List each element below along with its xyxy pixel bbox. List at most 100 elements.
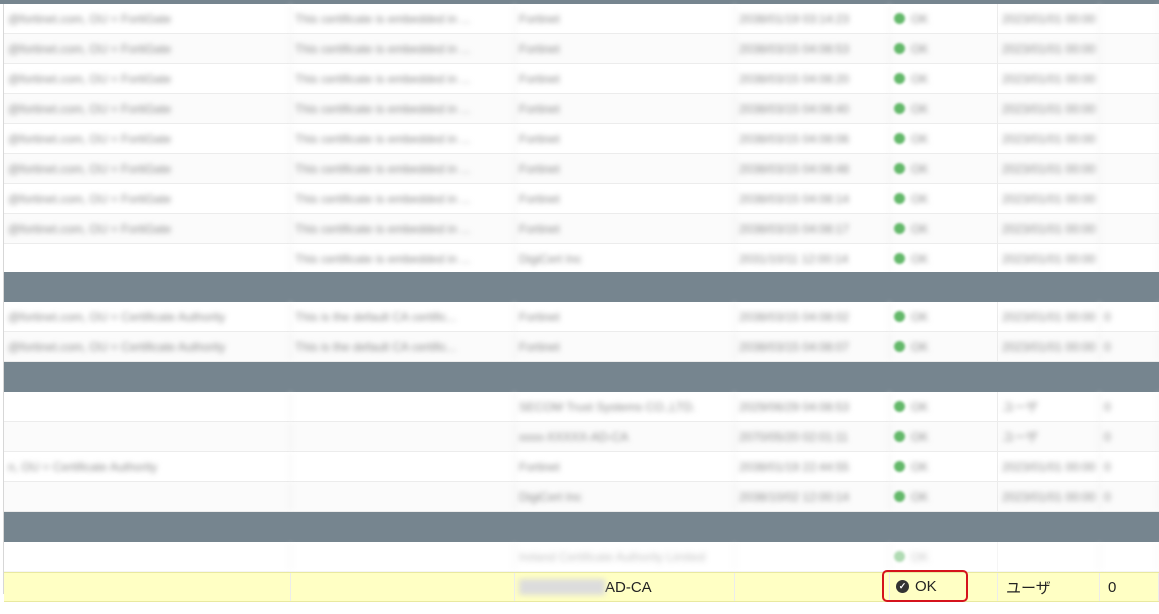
status-cell: OK xyxy=(890,64,998,93)
status-cell: OK xyxy=(890,4,998,33)
source-cell: 2023/01/01 00:00 xyxy=(998,94,1100,123)
status-cell: OK xyxy=(890,452,998,481)
table-row[interactable]: @fortinet.com, OU = FortiGate This certi… xyxy=(4,64,1159,94)
expires-cell: 2038/03/15 04:08:14 xyxy=(735,184,890,213)
expires-cell: 2031/10/11 12:00:14 xyxy=(735,244,890,273)
issuer-cell: DigiCert Inc xyxy=(515,244,735,273)
status-cell: OK xyxy=(890,244,998,273)
comment-cell xyxy=(291,482,515,511)
expires-cell: 2038/10/02 12:00:14 xyxy=(735,482,890,511)
source-cell: 2023/01/01 00:00 xyxy=(998,64,1100,93)
comment-cell xyxy=(291,573,515,601)
table-row[interactable]: @fortinet.com, OU = FortiGate This certi… xyxy=(4,154,1159,184)
issuer-cell: Fortinet xyxy=(515,94,735,123)
status-cell: OK xyxy=(890,184,998,213)
status-cell: OK xyxy=(890,34,998,63)
table-row[interactable]: @fortinet.com, OU = FortiGate This certi… xyxy=(4,34,1159,64)
table-row[interactable]: @fortinet.com, OU = FortiGate This certi… xyxy=(4,124,1159,154)
table-row[interactable]: @fortinet.com, OU = FortiGate This certi… xyxy=(4,214,1159,244)
refs-cell xyxy=(1100,154,1159,183)
comment-cell: This certificate is embedded in ... xyxy=(291,34,515,63)
status-ok-label: OK xyxy=(915,577,937,595)
expires-cell: 2038/03/15 04:08:17 xyxy=(735,214,890,243)
table-row[interactable]: @fortinet.com, OU = Certificate Authorit… xyxy=(4,332,1159,362)
subject-cell: @fortinet.com, OU = FortiGate xyxy=(4,124,291,153)
table-row[interactable]: n, OU = Certificate Authority Fortinet 2… xyxy=(4,452,1159,482)
green-dot-icon xyxy=(894,551,905,562)
source-cell: 2023/01/01 00:00 xyxy=(998,124,1100,153)
status-cell: OK xyxy=(890,124,998,153)
refs-cell xyxy=(1100,244,1159,273)
comment-cell: This certificate is embedded in ... xyxy=(291,94,515,123)
source-cell: 2023/01/01 00:00 xyxy=(998,452,1100,481)
refs-cell: 0 xyxy=(1100,422,1159,451)
subject-cell xyxy=(4,244,291,273)
green-dot-icon xyxy=(894,103,905,114)
comment-cell: This is the default CA certific... xyxy=(291,302,515,331)
comment-cell: This certificate is embedded in ... xyxy=(291,154,515,183)
source-cell: 2023/01/01 00:00 xyxy=(998,244,1100,273)
green-dot-icon xyxy=(894,341,905,352)
source-cell: ユーザ xyxy=(998,422,1100,451)
expires-cell: 2029/06/29 04:08:53 xyxy=(735,392,890,421)
table-row[interactable]: This certificate is embedded in ... Digi… xyxy=(4,244,1159,274)
subject-cell: @fortinet.com, OU = FortiGate xyxy=(4,4,291,33)
source-cell xyxy=(998,542,1100,571)
source-cell: 2023/01/01 00:00 xyxy=(998,184,1100,213)
green-dot-icon xyxy=(894,431,905,442)
status-cell: OK xyxy=(890,94,998,123)
source-cell: ユーザ xyxy=(998,573,1100,601)
table-row[interactable]: @fortinet.com, OU = FortiGate This certi… xyxy=(4,184,1159,214)
source-cell: 2023/01/01 00:00 xyxy=(998,214,1100,243)
expires-cell: 2038/01/19 22:44:55 xyxy=(735,452,890,481)
comment-cell: This certificate is embedded in ... xyxy=(291,124,515,153)
source-cell: 2023/01/01 00:00 xyxy=(998,332,1100,361)
comment-cell: This certificate is embedded in ... xyxy=(291,214,515,243)
group-header[interactable] xyxy=(4,272,1159,302)
status-cell: OK xyxy=(890,302,998,331)
status-cell: OK xyxy=(890,482,998,511)
refs-cell: 0 xyxy=(1100,573,1159,601)
status-ok-highlight[interactable]: ✓ OK xyxy=(882,570,968,602)
green-dot-icon xyxy=(894,133,905,144)
refs-cell: 0 xyxy=(1100,332,1159,361)
issuer-cell: Fortinet xyxy=(515,302,735,331)
group-header[interactable] xyxy=(4,362,1159,392)
table-row[interactable]: SECOM Trust Systems CO.,LTD. 2029/06/29 … xyxy=(4,392,1159,422)
expires-cell: 2038/03/15 04:08:20 xyxy=(735,64,890,93)
subject-cell: @fortinet.com, OU = FortiGate xyxy=(4,184,291,213)
status-cell: OK xyxy=(890,332,998,361)
refs-cell xyxy=(1100,184,1159,213)
table-row-selected[interactable]: AD-CA ユーザ 0 xyxy=(4,572,1159,602)
expires-cell xyxy=(735,573,890,601)
issuer-cell: Fortinet xyxy=(515,214,735,243)
subject-cell xyxy=(4,422,291,451)
comment-cell: This certificate is embedded in ... xyxy=(291,64,515,93)
table-row[interactable]: @fortinet.com, OU = FortiGate This certi… xyxy=(4,94,1159,124)
comment-cell xyxy=(291,422,515,451)
table-row[interactable]: @fortinet.com, OU = Certificate Authorit… xyxy=(4,302,1159,332)
green-dot-icon xyxy=(894,461,905,472)
table-row[interactable]: Ireland Certificate Authority Limited OK xyxy=(4,542,1159,572)
comment-cell xyxy=(291,542,515,571)
source-cell: 2023/01/01 00:00 xyxy=(998,4,1100,33)
green-dot-icon xyxy=(894,401,905,412)
expires-cell xyxy=(735,542,890,571)
green-dot-icon xyxy=(894,163,905,174)
comment-cell xyxy=(291,452,515,481)
issuer-cell: AD-CA xyxy=(515,573,735,601)
green-dot-icon xyxy=(894,193,905,204)
table-row[interactable]: xxxx-XXXXX-AD-CA 2070/05/20 02:01:11 OK … xyxy=(4,422,1159,452)
table-row[interactable]: @fortinet.com, OU = FortiGate This certi… xyxy=(4,4,1159,34)
group-header[interactable] xyxy=(4,512,1159,542)
green-dot-icon xyxy=(894,73,905,84)
refs-cell xyxy=(1100,94,1159,123)
table-row[interactable]: DigiCert Inc 2038/10/02 12:00:14 OK 2023… xyxy=(4,482,1159,512)
expires-cell: 2038/03/15 04:08:53 xyxy=(735,34,890,63)
status-cell: OK xyxy=(890,154,998,183)
expires-cell: 2038/01/19 03:14:23 xyxy=(735,4,890,33)
subject-cell: @fortinet.com, OU = Certificate Authorit… xyxy=(4,332,291,361)
subject-cell xyxy=(4,573,291,601)
subject-cell xyxy=(4,392,291,421)
subject-cell: @fortinet.com, OU = FortiGate xyxy=(4,94,291,123)
